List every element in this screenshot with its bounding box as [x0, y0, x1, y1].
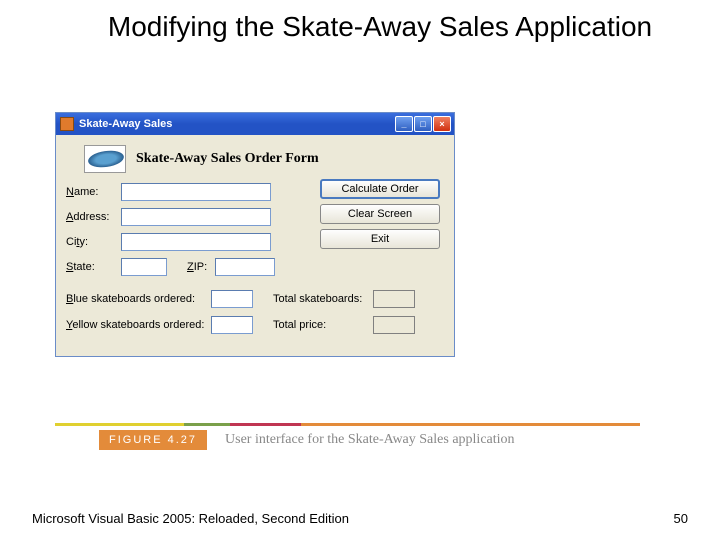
- yellow-field[interactable]: [211, 316, 253, 334]
- name-label: Name:: [66, 186, 121, 198]
- blue-label: Blue skateboards ordered:: [66, 293, 211, 305]
- address-label: Address:: [66, 211, 121, 223]
- minimize-button[interactable]: _: [395, 116, 413, 132]
- app-icon: [60, 117, 74, 131]
- maximize-button[interactable]: □: [414, 116, 432, 132]
- clear-screen-button[interactable]: Clear Screen: [320, 204, 440, 224]
- zip-label: ZIP:: [187, 261, 207, 273]
- figure-number: FIGURE 4.27: [99, 430, 207, 450]
- form-title: Skate-Away Sales Order Form: [136, 151, 319, 167]
- window-title: Skate-Away Sales: [79, 118, 395, 130]
- close-button[interactable]: ×: [433, 116, 451, 132]
- slide-footer: Microsoft Visual Basic 2005: Reloaded, S…: [32, 511, 688, 526]
- state-field[interactable]: [121, 258, 167, 276]
- skateboard-logo-icon: [84, 145, 126, 173]
- city-label: City:: [66, 236, 121, 248]
- figure-caption: User interface for the Skate-Away Sales …: [225, 432, 515, 448]
- zip-field[interactable]: [215, 258, 275, 276]
- total-price-field: [373, 316, 415, 334]
- city-field[interactable]: [121, 233, 271, 251]
- total-skateboards-field: [373, 290, 415, 308]
- slide-title: Modifying the Skate-Away Sales Applicati…: [0, 0, 720, 44]
- application-screenshot: Skate-Away Sales _ □ × Skate-Away Sales …: [55, 112, 485, 357]
- titlebar: Skate-Away Sales _ □ ×: [56, 113, 454, 135]
- figure-caption-bar: FIGURE 4.27 User interface for the Skate…: [55, 423, 640, 457]
- calculate-order-button[interactable]: Calculate Order: [320, 179, 440, 199]
- yellow-label: Yellow skateboards ordered:: [66, 319, 211, 331]
- page-number: 50: [674, 511, 688, 526]
- total-price-label: Total price:: [273, 319, 373, 331]
- decorative-strip: [55, 423, 640, 426]
- exit-button[interactable]: Exit: [320, 229, 440, 249]
- state-label: State:: [66, 261, 121, 273]
- name-field[interactable]: [121, 183, 271, 201]
- address-field[interactable]: [121, 208, 271, 226]
- blue-field[interactable]: [211, 290, 253, 308]
- window: Skate-Away Sales _ □ × Skate-Away Sales …: [55, 112, 455, 357]
- footer-text: Microsoft Visual Basic 2005: Reloaded, S…: [32, 511, 349, 526]
- total-skateboards-label: Total skateboards:: [273, 293, 373, 305]
